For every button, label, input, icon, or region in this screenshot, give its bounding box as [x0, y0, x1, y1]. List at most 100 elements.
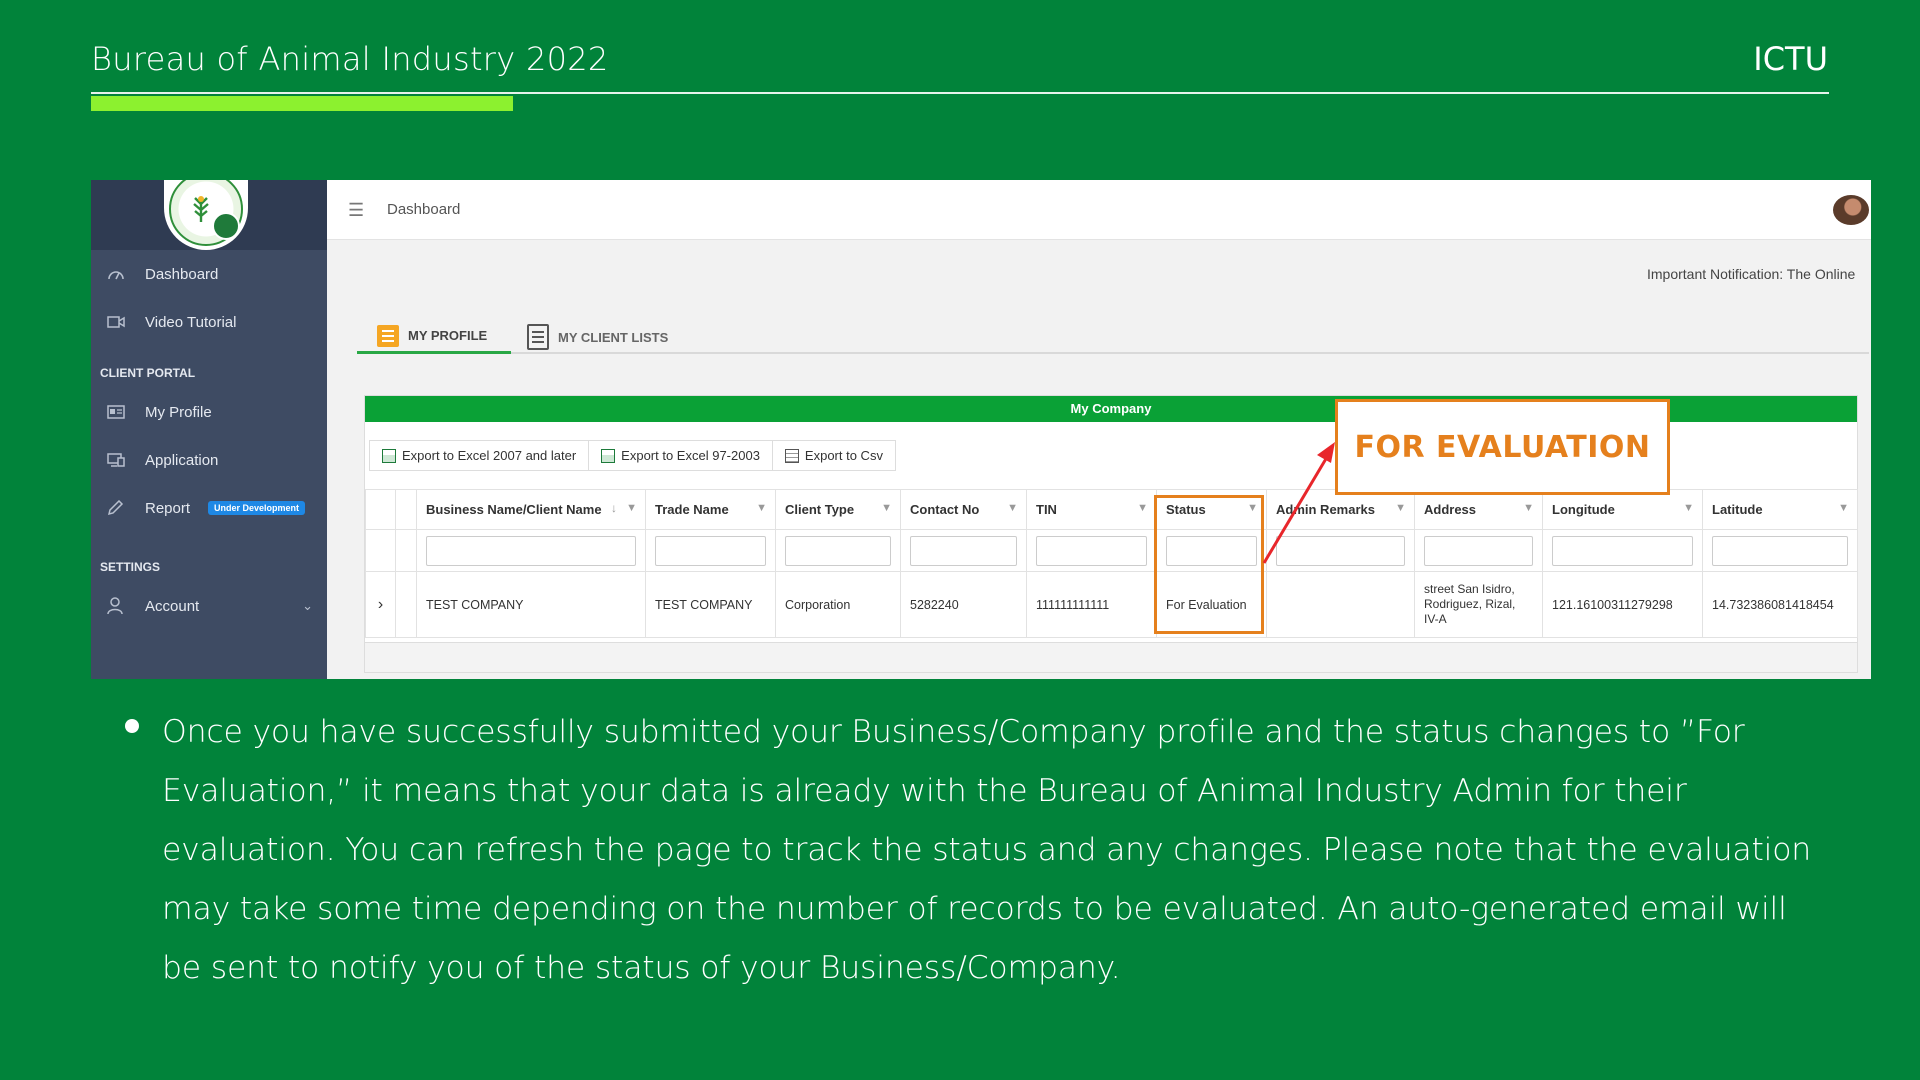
column-header-address[interactable]: Address ▼: [1414, 489, 1543, 530]
table-row[interactable]: › TEST COMPANY TEST COMPANY Corporation …: [365, 571, 1858, 638]
filter-icon[interactable]: ▼: [1838, 502, 1849, 514]
status-highlight-box: [1154, 495, 1264, 634]
export-toolbar: Export to Excel 2007 and later Export to…: [369, 440, 896, 471]
filter-cell: [645, 529, 776, 572]
agency-logo: [164, 180, 248, 250]
filter-cell: [1026, 529, 1157, 572]
expand-column-header: [365, 489, 396, 530]
sidebar-item-application[interactable]: Application: [91, 436, 327, 484]
filter-input-tin[interactable]: [1036, 535, 1147, 566]
sidebar-item-report[interactable]: Report Under Development: [91, 484, 327, 532]
accent-bar: [91, 96, 513, 111]
cell-tin: 111111111111: [1026, 571, 1157, 638]
cell-address: street San Isidro, Rodriguez, Rizal, IV-…: [1414, 571, 1543, 638]
excel-icon: [382, 448, 396, 463]
menu-icon[interactable]: ☰: [348, 200, 364, 221]
export-excel-97-button[interactable]: Export to Excel 97-2003: [589, 441, 773, 470]
sidebar-item-label: My Profile: [145, 403, 212, 421]
filter-cell: [416, 529, 646, 572]
settings-header: SETTINGS: [100, 560, 161, 574]
excel-icon: [601, 448, 616, 463]
sidebar-item-label: Account: [145, 597, 200, 615]
application-icon: [105, 451, 127, 469]
cell-admin-remarks: [1266, 571, 1415, 638]
top-bar: ☰ Dashboard: [327, 180, 1871, 240]
column-header-trade-name[interactable]: Trade Name ▼: [645, 489, 776, 530]
filter-input-business-name[interactable]: [426, 535, 636, 566]
filter-input-contact-no[interactable]: [910, 535, 1017, 566]
filter-cell: [900, 529, 1027, 572]
sidebar-item-account[interactable]: Account ⌄: [91, 582, 327, 630]
filter-icon[interactable]: ▼: [1523, 502, 1534, 514]
column-label: Contact No: [910, 502, 980, 517]
notification-marquee: Important Notification: The Online: [1647, 266, 1856, 282]
export-csv-button[interactable]: Export to Csv: [773, 441, 895, 470]
slide-title: Bureau of Animal Industry 2022: [91, 40, 609, 78]
column-header-latitude[interactable]: Latitude ▼: [1702, 489, 1858, 530]
filter-icon[interactable]: ▼: [881, 502, 892, 514]
sidebar-header: [91, 180, 327, 250]
cell-contact-no: 5282240: [900, 571, 1027, 638]
column-header-longitude[interactable]: Longitude ▼: [1542, 489, 1703, 530]
list-icon: [377, 324, 399, 347]
tab-my-client-lists[interactable]: MY CLIENT LISTS: [527, 320, 677, 354]
column-header-admin-remarks[interactable]: Admin Remarks ▼: [1266, 489, 1415, 530]
filter-cell: [1702, 529, 1858, 572]
sidebar-item-label: Report: [145, 499, 191, 517]
breadcrumb[interactable]: Dashboard: [387, 201, 460, 218]
filter-input-admin-remarks[interactable]: [1276, 535, 1405, 566]
filter-input-longitude[interactable]: [1552, 535, 1693, 566]
column-header-business-name[interactable]: Business Name/Client Name ↓ ▼: [416, 489, 646, 530]
tab-label: MY CLIENT LISTS: [558, 329, 669, 345]
cell-client-type: Corporation: [775, 571, 901, 638]
slide-org: ICTU: [1753, 40, 1828, 78]
spacer-column-header: [395, 489, 417, 530]
column-header-tin[interactable]: TIN ▼: [1026, 489, 1157, 530]
export-label: Export to Excel 2007 and later: [402, 448, 577, 463]
sidebar-item-label: Video Tutorial: [145, 313, 237, 331]
avatar[interactable]: [1833, 195, 1869, 225]
export-label: Export to Csv: [804, 448, 883, 463]
column-label: Longitude: [1552, 502, 1615, 517]
cell-business-name: TEST COMPANY: [416, 571, 646, 638]
instruction-text: Once you have successfully submitted you…: [162, 714, 1812, 986]
filter-input-latitude[interactable]: [1712, 535, 1848, 566]
sidebar-item-dashboard[interactable]: Dashboard: [91, 250, 327, 298]
sidebar: Dashboard Video Tutorial CLIENT PORTAL M…: [91, 180, 327, 679]
column-header-contact-no[interactable]: Contact No ▼: [900, 489, 1027, 530]
filter-row: [365, 529, 1858, 572]
client-portal-header: CLIENT PORTAL: [100, 366, 196, 380]
pencil-icon: [105, 499, 127, 517]
filter-icon[interactable]: ▼: [1395, 502, 1406, 514]
column-header-client-type[interactable]: Client Type ▼: [775, 489, 901, 530]
filter-icon[interactable]: ▼: [756, 502, 767, 514]
filter-icon[interactable]: ▼: [626, 502, 637, 514]
export-excel-2007-button[interactable]: Export to Excel 2007 and later: [370, 441, 590, 470]
filter-icon[interactable]: ▼: [1007, 502, 1018, 514]
under-development-badge: Under Development: [208, 501, 306, 515]
filter-cell: [1542, 529, 1703, 572]
sidebar-item-video-tutorial[interactable]: Video Tutorial: [91, 298, 327, 346]
app-screenshot: Dashboard Video Tutorial CLIENT PORTAL M…: [91, 180, 1871, 679]
table-header-row: Business Name/Client Name ↓ ▼ Trade Name ▼ …: [365, 489, 1858, 530]
filter-input-client-type[interactable]: [785, 535, 891, 566]
company-table: Business Name/Client Name ↓ ▼ Trade Name ▼ …: [365, 489, 1858, 638]
tab-my-profile[interactable]: MY PROFILE: [357, 320, 511, 354]
export-label: Export to Excel 97-2003: [621, 448, 760, 463]
document-icon: [527, 324, 549, 350]
cell-trade-name: TEST COMPANY: [645, 571, 776, 638]
profile-tabs: MY PROFILE MY CLIENT LISTS: [357, 320, 1869, 354]
filter-input-trade-name[interactable]: [655, 535, 766, 566]
sidebar-item-my-profile[interactable]: My Profile: [91, 388, 327, 436]
column-label: Business Name/Client Name: [426, 502, 602, 517]
for-evaluation-callout: FOR EVALUATION: [1335, 399, 1670, 495]
dashboard-icon: [105, 265, 127, 283]
bullet-point: [125, 719, 139, 733]
spacer-cell: [395, 571, 417, 638]
filter-cell: [775, 529, 901, 572]
filter-icon[interactable]: ▼: [1683, 502, 1694, 514]
sort-down-icon[interactable]: ↓: [611, 501, 617, 515]
filter-icon[interactable]: ▼: [1137, 502, 1148, 514]
expand-row-icon[interactable]: ›: [365, 571, 396, 638]
filter-input-address[interactable]: [1424, 535, 1533, 566]
